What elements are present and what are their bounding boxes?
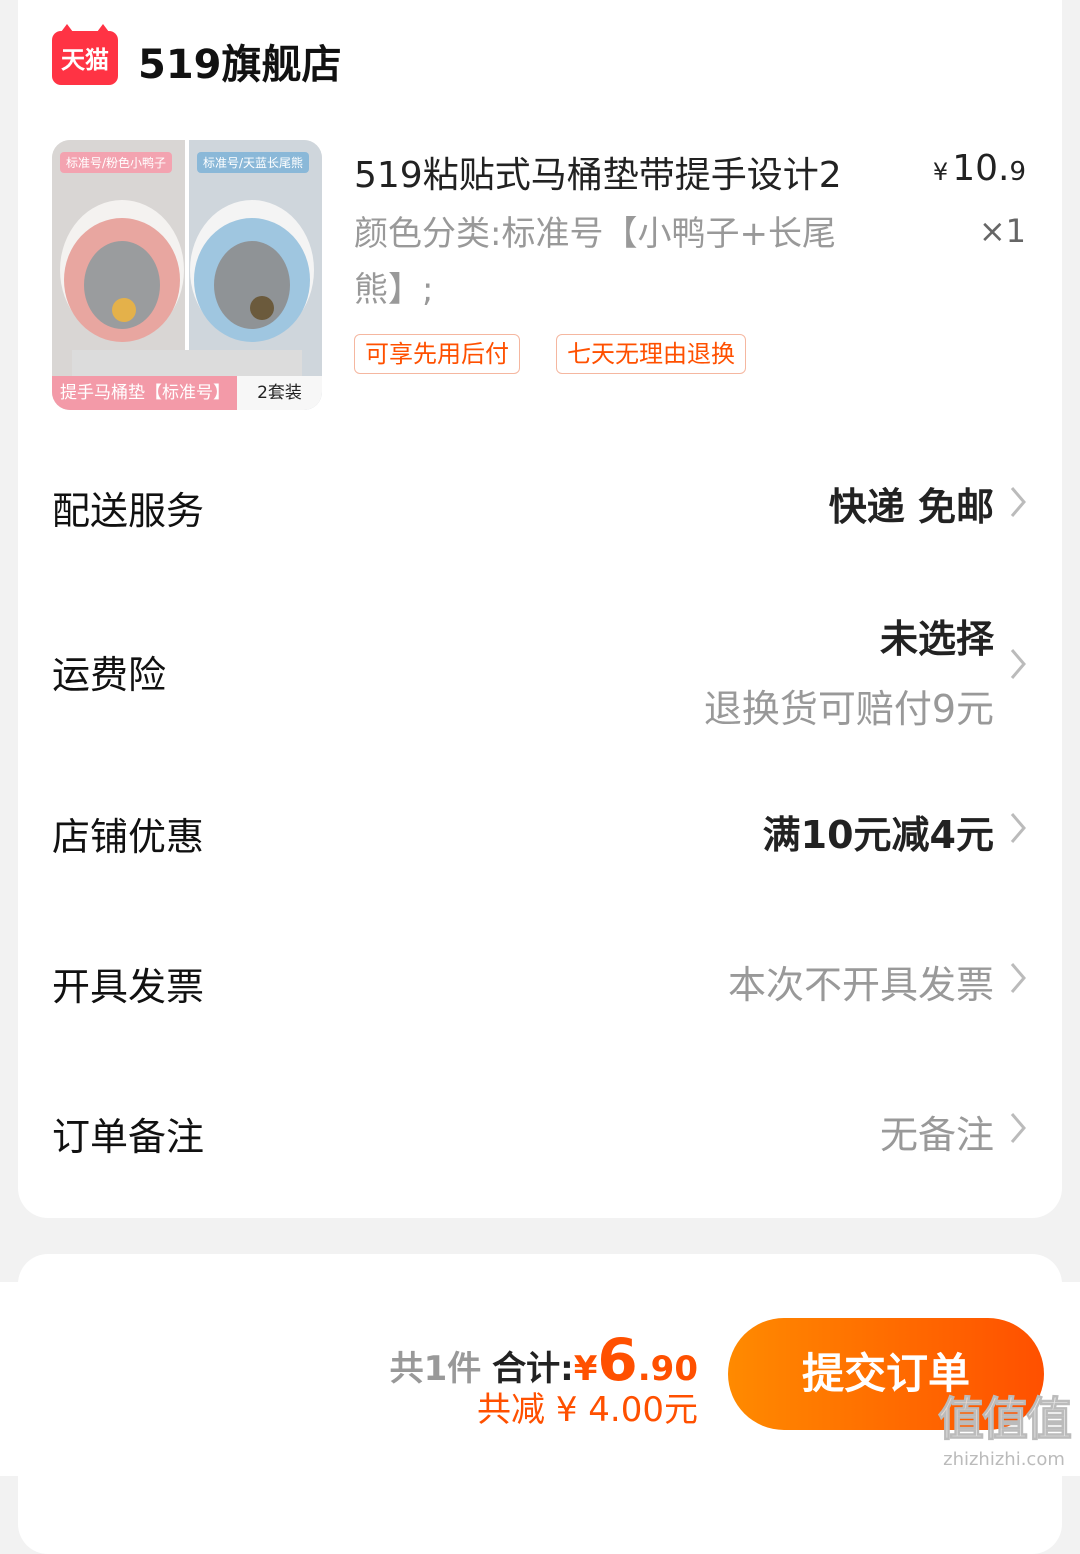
price-symbol: ¥ <box>932 158 949 186</box>
tmall-badge-text: 天猫 <box>61 46 109 74</box>
invoice-value: 本次不开具发票 <box>727 963 994 1007</box>
chevron-right-icon <box>1010 963 1026 993</box>
chevron-right-icon <box>1010 1113 1026 1143</box>
invoice-label: 开具发票 <box>52 965 205 1009</box>
delivery-label: 配送服务 <box>52 489 205 533</box>
product-title[interactable]: 519粘贴式马桶垫带提手设计2 <box>354 146 914 198</box>
order-note-value: 无备注 <box>879 1113 994 1157</box>
return-policy-tag: 七天无理由退换 <box>556 334 746 374</box>
item-count: 共1件 <box>389 1349 482 1389</box>
order-note-label: 订单备注 <box>52 1115 205 1159</box>
product-variant[interactable]: 颜色分类:标准号【小鸭子+长尾熊】; <box>354 206 854 318</box>
watermark-url: zhizhizhi.com <box>943 1449 1065 1470</box>
chevron-right-icon <box>1010 487 1026 517</box>
price-decimal: 9 <box>1009 157 1026 187</box>
product-price: ¥10.9 <box>933 148 1026 189</box>
discount-total: 共减 ¥ 4.00元 <box>477 1390 698 1430</box>
chevron-right-icon <box>1010 649 1026 679</box>
delivery-value: 快递 免邮 <box>828 485 994 529</box>
image-tag-right: 标准号/天蓝长尾熊 <box>197 152 310 173</box>
product-image[interactable]: 标准号/粉色小鸭子 标准号/天蓝长尾熊 提手马桶垫【标准号】 2套装 <box>52 140 322 410</box>
image-tag-left: 标准号/粉色小鸭子 <box>60 152 173 173</box>
watermark-main: 值值值 <box>938 1392 1073 1447</box>
coupon-label: 店铺优惠 <box>52 815 205 859</box>
chevron-right-icon <box>1010 813 1026 843</box>
image-caption: 提手马桶垫【标准号】 <box>52 376 245 410</box>
image-pack-label: 2套装 <box>237 376 322 410</box>
shop-name[interactable]: 519旗舰店 <box>138 32 342 90</box>
tmall-logo-icon: 天猫 <box>52 24 118 85</box>
coupon-value: 满10元减4元 <box>762 813 994 857</box>
pay-later-tag: 可享先用后付 <box>354 334 520 374</box>
watermark: 值值值 zhizhizhi.com <box>938 1383 1073 1471</box>
insurance-subtext: 退换货可赔付9元 <box>703 687 994 731</box>
checkout-bar: 共1件 合计:¥6.90 共减 ¥ 4.00元 提交订单 值值值 zhizhiz… <box>0 1282 1080 1476</box>
insurance-label: 运费险 <box>52 653 167 697</box>
price-integer: 10. <box>952 148 1010 189</box>
product-quantity: ×1 <box>978 212 1026 250</box>
insurance-value: 未选择 <box>879 617 994 661</box>
